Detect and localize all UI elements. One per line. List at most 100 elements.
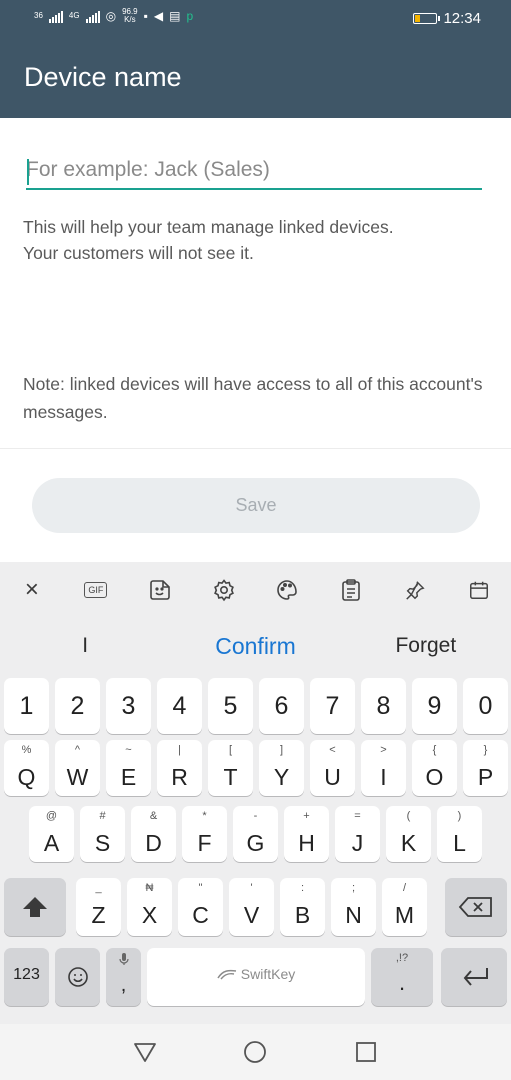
key-j[interactable]: = J [335,806,380,862]
gear-icon[interactable] [204,570,244,610]
hotspot-icon: ◎ [105,9,117,23]
key-a-label: A [43,830,60,856]
numbers-key[interactable]: 123 [4,948,49,1006]
key-r[interactable]: | R [157,740,202,796]
gif-button[interactable]: GIF [76,570,116,610]
key-9[interactable]: 9 [412,678,457,734]
key-c[interactable]: " C [178,878,223,936]
swiftkey-label: SwiftKey [240,966,296,982]
enter-icon [441,948,507,1006]
key-l[interactable]: ) L [437,806,482,862]
key-6[interactable]: 6 [259,678,304,734]
key-y[interactable]: ] Y [259,740,304,796]
key-v-label: V [243,902,260,928]
key-f[interactable]: * F [182,806,227,862]
suggestion-center[interactable]: Confirm [170,618,340,674]
sticker-icon[interactable] [140,570,180,610]
key-d-secondary: & [149,810,158,822]
key-0[interactable]: 0 [463,678,508,734]
key-r-label: R [171,764,188,790]
key-j-secondary: = [354,810,361,822]
key-7[interactable]: 7 [310,678,355,734]
save-button[interactable]: Save [32,478,480,533]
key-h-secondary: + [303,810,310,822]
key-s[interactable]: # S [80,806,125,862]
key-1[interactable]: 1 [4,678,49,734]
page-title: Device name [24,62,182,92]
key-z-label: Z [91,902,106,928]
net-speed: 96.9 K/s [122,7,138,24]
notes-icon: ▤ [169,9,181,23]
key-i[interactable]: > I [361,740,406,796]
network-label-2: 4G [68,11,80,20]
key-e[interactable]: ~ E [106,740,151,796]
key-n-secondary: ; [351,882,356,894]
space-key[interactable]: SwiftKey [147,948,365,1006]
close-icon[interactable]: × [12,570,52,610]
key-n[interactable]: ; N [331,878,376,936]
period-key-secondary: ,!? [395,952,409,964]
enter-key[interactable] [441,948,507,1006]
calendar-icon[interactable] [459,570,499,610]
key-w[interactable]: ^ W [55,740,100,796]
clipboard-icon[interactable] [331,570,371,610]
key-5[interactable]: 5 [208,678,253,734]
key-p-label: P [477,764,494,790]
key-h[interactable]: + H [284,806,329,862]
key-h-label: H [298,830,315,856]
key-4[interactable]: 4 [157,678,202,734]
key-a[interactable]: @ A [29,806,74,862]
pin-icon[interactable] [395,570,435,610]
key-8[interactable]: 8 [361,678,406,734]
emoji-key[interactable] [55,948,100,1006]
backspace-key[interactable] [445,878,507,936]
key-4-label: 4 [172,692,187,720]
status-right: 12:34 [413,10,481,27]
key-u[interactable]: < U [310,740,355,796]
p-icon: p [186,9,194,23]
back-icon[interactable] [130,1037,160,1067]
key-x[interactable]: ₦ X [127,878,172,936]
key-m-label: M [394,902,415,928]
key-3[interactable]: 3 [106,678,151,734]
comma-key[interactable]: , [106,948,141,1006]
key-y-secondary: ] [279,744,284,756]
key-v[interactable]: ' V [229,878,274,936]
suggestion-right[interactable]: Forget [341,618,511,674]
key-7-label: 7 [325,692,340,720]
period-key[interactable]: ,!?. [371,948,433,1006]
key-e-label: E [120,764,137,790]
keyboard: 1 2 3 4 5 6 7 8 9 0% Q ^ W ~ E | R[T] Y < U > I{O} P @ A # S & D * F - G… [0,674,511,1024]
key-2[interactable]: 2 [55,678,100,734]
home-icon[interactable] [240,1037,270,1067]
text-cursor [27,159,29,185]
key-o-label: O [425,764,444,790]
key-y-label: Y [273,764,290,790]
key-k-secondary: ( [406,810,411,822]
key-g-secondary: - [253,810,258,822]
shift-key[interactable] [4,878,66,936]
key-s-secondary: # [99,810,106,822]
key-z[interactable]: _ Z [76,878,121,936]
key-k[interactable]: (K [386,806,431,862]
key-o[interactable]: {O [412,740,457,796]
key-b[interactable]: :B [280,878,325,936]
key-q[interactable]: % Q [4,740,49,796]
key-j-label: J [351,830,364,856]
key-m[interactable]: / M [382,878,427,936]
recents-icon[interactable] [351,1037,381,1067]
key-t[interactable]: [T [208,740,253,796]
help-line-1: This will help your team manage linked d… [23,217,394,237]
key-d[interactable]: & D [131,806,176,862]
suggestion-left[interactable]: I [0,618,170,674]
key-g[interactable]: -G [233,806,278,862]
device-name-input[interactable] [26,152,482,190]
key-p-secondary: } [483,744,488,756]
help-text: This will help your team manage linked d… [23,214,483,266]
palette-icon[interactable] [267,570,307,610]
key-p[interactable]: } P [463,740,508,796]
swiftkey-logo: SwiftKey [147,966,365,982]
key-x-secondary: ₦ [145,882,154,894]
key-2-label: 2 [70,692,85,720]
key-r-secondary: | [178,744,181,756]
